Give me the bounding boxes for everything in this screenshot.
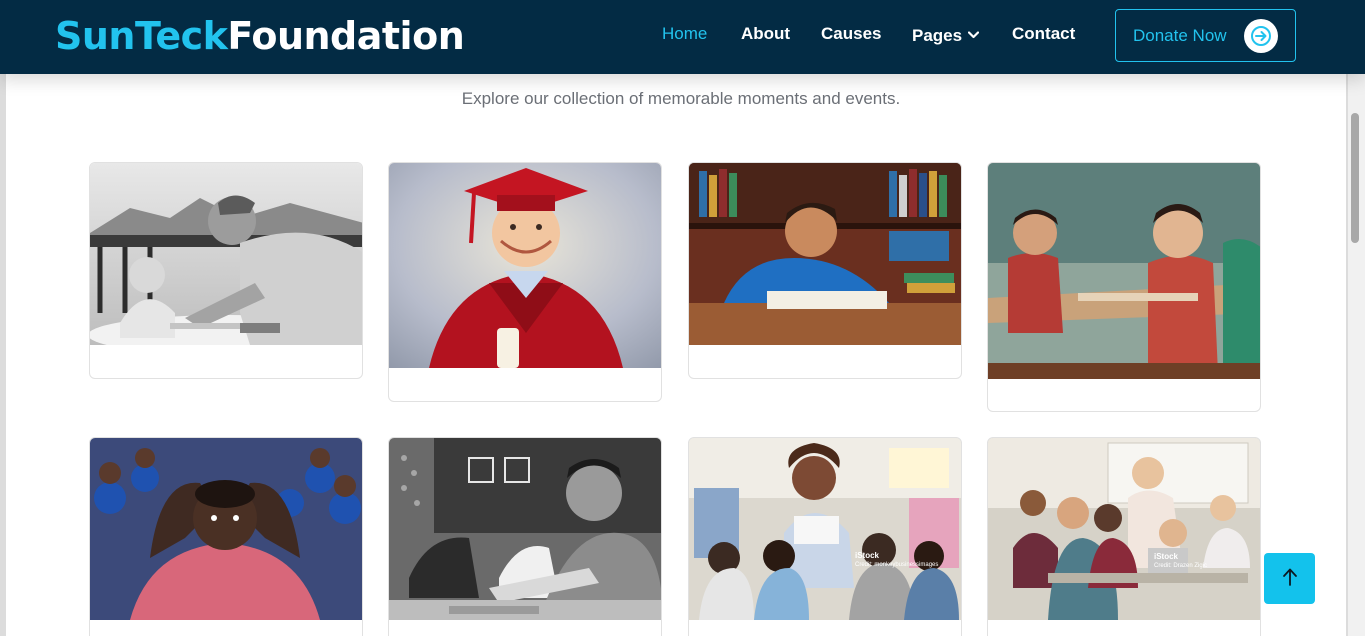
gallery-photo[interactable] (389, 163, 661, 368)
page: Explore our collection of memorable mome… (6, 0, 1346, 636)
graduate-boy-image (389, 163, 661, 368)
nav-item-pages[interactable]: Pages (912, 24, 980, 46)
gallery-photo[interactable] (389, 438, 661, 620)
father-daughter-drawing-image (90, 163, 362, 345)
gallery-photo[interactable]: iStock Credit: monkeybusinessimages (689, 438, 961, 620)
donate-now-button[interactable]: Donate Now (1115, 9, 1296, 62)
gallery-photo[interactable] (90, 163, 362, 345)
gallery-card[interactable]: iStock Credit: Drazen Zigic (987, 437, 1261, 636)
teacher-reading-children-image: iStock Credit: monkeybusinessimages (689, 438, 961, 620)
brand-part-1: SunTeck (55, 14, 228, 58)
nav-item-home[interactable]: Home (662, 24, 707, 44)
gallery-card[interactable] (388, 437, 662, 636)
nav-item-causes[interactable]: Causes (821, 24, 881, 44)
scrollbar-thumb[interactable] (1351, 113, 1359, 243)
navbar: SunTeckFoundation Home About Causes Page… (0, 0, 1365, 74)
brand-part-2: Foundation (227, 14, 465, 58)
gallery-photo[interactable] (988, 163, 1260, 379)
boy-writing-library-image (689, 163, 961, 345)
gallery-card[interactable] (388, 162, 662, 402)
gallery-photo[interactable] (90, 438, 362, 620)
gallery-card[interactable]: iStock Credit: monkeybusinessimages (688, 437, 962, 636)
chalkboard-classroom-image (389, 438, 661, 620)
nav-item-about[interactable]: About (741, 24, 790, 44)
back-to-top-button[interactable] (1264, 553, 1315, 604)
gallery-photo[interactable]: iStock Credit: Drazen Zigic (988, 438, 1260, 620)
students-classroom-desks-image (988, 163, 1260, 379)
gallery-card[interactable] (987, 162, 1261, 412)
boy-in-crowd-image (90, 438, 362, 620)
arrow-up-icon (1282, 567, 1298, 590)
gallery-card[interactable] (688, 162, 962, 379)
istock-watermark: iStock (855, 551, 880, 560)
arrow-right-icon (1244, 19, 1278, 53)
nav-item-contact[interactable]: Contact (1012, 24, 1075, 44)
istock-credit: Credit: Drazen Zigic (1154, 563, 1207, 569)
brand-logo[interactable]: SunTeckFoundation (55, 12, 465, 60)
nav-item-pages-label: Pages (912, 26, 963, 45)
donate-now-label: Donate Now (1133, 25, 1227, 45)
istock-watermark: iStock (1154, 552, 1179, 561)
gallery-card[interactable] (89, 162, 363, 379)
teacher-helping-students-image: iStock Credit: Drazen Zigic (988, 438, 1260, 620)
gallery-photo[interactable] (689, 163, 961, 345)
istock-credit: Credit: monkeybusinessimages (855, 562, 938, 568)
gallery-card[interactable] (89, 437, 363, 636)
gallery-subtitle: Explore our collection of memorable mome… (461, 89, 901, 108)
chevron-down-icon (967, 24, 980, 44)
